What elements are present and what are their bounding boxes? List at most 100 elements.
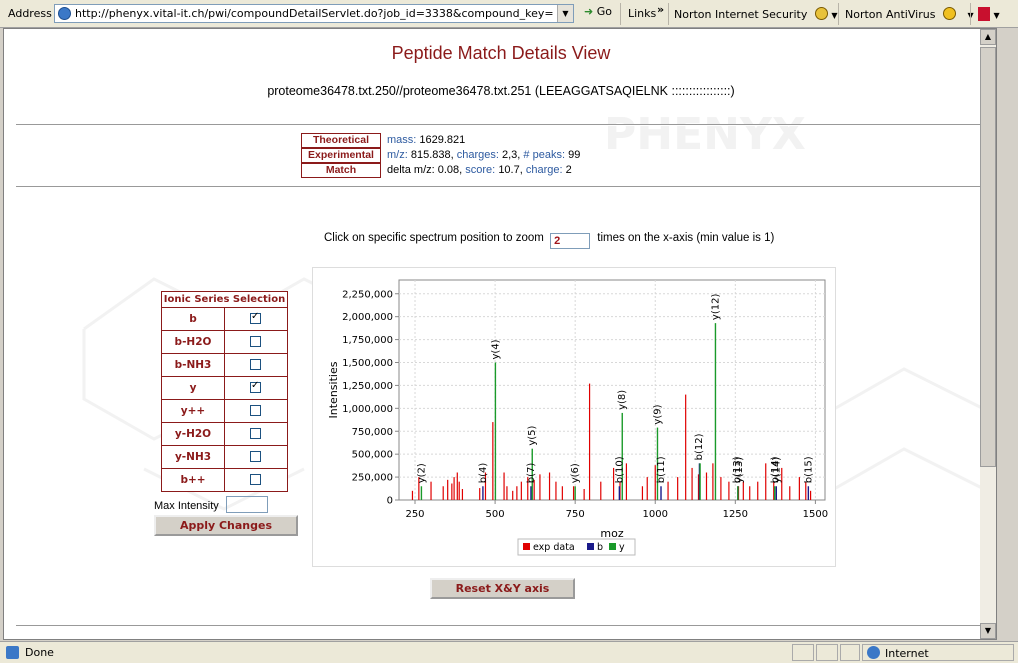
legend-swatch <box>587 543 594 550</box>
ionic-row-bplusplus: b++ <box>162 469 287 491</box>
ionic-checkbox[interactable] <box>250 336 261 347</box>
address-dropdown-button[interactable]: ▼ <box>557 5 573 22</box>
ionic-row-yplusplus: y++ <box>162 400 287 423</box>
status-cell <box>792 644 814 661</box>
peak-annotation: y(12) <box>710 294 721 321</box>
match-values: delta m/z: 0.08, score: 10.7, charge: 2 <box>387 163 572 177</box>
peak-annotation: b(7) <box>526 463 537 484</box>
mz-value: 815.838, <box>410 149 454 161</box>
pdf-icon <box>978 7 990 21</box>
x-axis-label: moz <box>600 527 623 540</box>
y-tick-label: 250,000 <box>352 473 393 484</box>
address-url[interactable]: http://phenyx.vital-it.ch/pwi/compoundDe… <box>75 7 553 20</box>
y-axis-label: Intensities <box>327 361 340 418</box>
max-intensity-label: Max Intensity <box>154 500 219 512</box>
dropdown-arrow-icon: ▼ <box>831 11 838 20</box>
address-bar[interactable]: http://phenyx.vital-it.ch/pwi/compoundDe… <box>54 4 574 23</box>
legend-swatch <box>523 543 530 550</box>
spectrum-chart-svg[interactable]: 0 250,000 500,000 750,000 1,000,000 1,250,000… <box>313 268 835 566</box>
x-tick-label: 1000 <box>643 509 668 520</box>
peaks-key: # peaks: <box>523 149 566 161</box>
y-tick-label: 1,000,000 <box>342 404 393 415</box>
toolbar-separator <box>668 3 669 25</box>
ionic-row-b-h2o: b-H2O <box>162 331 287 354</box>
norton-internet-security-button[interactable]: Norton Internet Security ▼ <box>674 7 838 21</box>
zoom-text-after: times on the x-axis (min value is 1) <box>597 232 775 244</box>
peak-annotation: y(13) <box>734 457 745 484</box>
delta-key: delta m/z: <box>387 164 435 176</box>
legend-label: exp data <box>533 542 575 553</box>
norton-antivirus-button[interactable]: Norton AntiVirus ▼ <box>845 7 974 21</box>
vertical-scrollbar[interactable]: ▲ ▼ <box>980 29 996 639</box>
y-tick-label: 2,000,000 <box>342 312 393 323</box>
x-tick-label: 500 <box>486 509 505 520</box>
chevron-icon[interactable]: » <box>657 3 664 16</box>
status-cell <box>840 644 860 661</box>
experimental-tag: Experimental <box>301 148 381 163</box>
ionic-checkbox[interactable] <box>250 474 261 485</box>
dropdown-arrow-icon: ▼ <box>993 11 1000 20</box>
peak-annotation: b(11) <box>656 456 667 483</box>
ionic-checkbox[interactable] <box>250 380 261 393</box>
y-tick-label: 1,750,000 <box>342 335 393 346</box>
y-tick-label: 750,000 <box>352 427 393 438</box>
pdf-button[interactable]: ▼ <box>978 7 1000 21</box>
peak-annotation: y(4) <box>490 339 501 359</box>
zoom-instructions: Click on specific spectrum position to z… <box>324 232 774 249</box>
status-text: Done <box>25 646 54 659</box>
peak-annotation: y(9) <box>652 404 663 424</box>
ionic-series-table: Ionic Series Selection bb-H2Ob-NH3yy++y-… <box>161 291 288 492</box>
reset-axis-button[interactable]: Reset X&Y axis <box>430 578 575 599</box>
norton-av-label: Norton AntiVirus <box>845 8 936 21</box>
spectrum-chart[interactable]: 0 250,000 500,000 750,000 1,000,000 1,250,000… <box>312 267 836 567</box>
theoretical-tag: Theoretical <box>301 133 381 148</box>
x-tick-label: 1250 <box>723 509 748 520</box>
peaks-value: 99 <box>568 149 581 161</box>
status-bar: Done Internet <box>0 641 1018 663</box>
peak-annotation: b(4) <box>478 463 489 484</box>
norton-shield-icon <box>942 7 956 20</box>
ie-page-icon <box>58 7 71 20</box>
mz-key: m/z: <box>387 149 408 161</box>
score-value: 10.7, <box>498 164 523 176</box>
scroll-thumb[interactable] <box>980 47 996 467</box>
norton-is-label: Norton Internet Security <box>674 8 808 21</box>
svg-text:PHENYX: PHENYX <box>604 109 806 160</box>
theoretical-values: mass: 1629.821 <box>387 133 465 147</box>
ionic-checkbox[interactable] <box>250 359 261 370</box>
legend-swatch <box>609 543 616 550</box>
match-tag: Match <box>301 163 381 178</box>
ionic-series-header: Ionic Series Selection <box>162 292 287 308</box>
zoom-input[interactable]: 2 <box>550 233 591 249</box>
ionic-row-label: y++ <box>162 400 225 422</box>
ionic-row-label: b <box>162 308 225 330</box>
max-intensity-input[interactable] <box>225 496 268 513</box>
peak-annotation: b(10) <box>614 456 625 483</box>
charges-value: 2,3, <box>502 149 521 161</box>
charges-key: charges: <box>456 149 499 161</box>
ionic-checkbox[interactable] <box>250 451 261 462</box>
status-cell <box>816 644 838 661</box>
legend-label: y <box>619 542 625 553</box>
toolbar-separator <box>620 3 621 25</box>
score-key: score: <box>465 164 496 176</box>
ionic-row-label: y <box>162 377 225 399</box>
peak-annotation: y(6) <box>570 463 581 483</box>
scroll-up-button[interactable]: ▲ <box>980 29 996 45</box>
apply-changes-button[interactable]: Apply Changes <box>154 515 298 536</box>
page-title: Peptide Match Details View <box>391 43 611 63</box>
ionic-checkbox[interactable] <box>250 311 261 324</box>
go-arrow-icon: ➜ <box>584 5 594 18</box>
ionic-checkbox[interactable] <box>250 405 261 416</box>
ionic-row-label: b-NH3 <box>162 354 225 376</box>
mass-key: mass: <box>387 134 417 146</box>
zoom-text-before: Click on specific spectrum position to z… <box>324 232 544 244</box>
y-tick-label: 1,250,000 <box>342 381 393 392</box>
links-button[interactable]: Links <box>628 7 656 20</box>
ionic-checkbox[interactable] <box>250 428 261 439</box>
ionic-row-b: b <box>162 308 287 331</box>
go-button[interactable]: ➜ Go <box>584 5 612 18</box>
scroll-down-button[interactable]: ▼ <box>980 623 996 639</box>
address-toolbar: Address http://phenyx.vital-it.ch/pwi/co… <box>0 0 1018 28</box>
y-tick-label: 500,000 <box>352 450 393 461</box>
